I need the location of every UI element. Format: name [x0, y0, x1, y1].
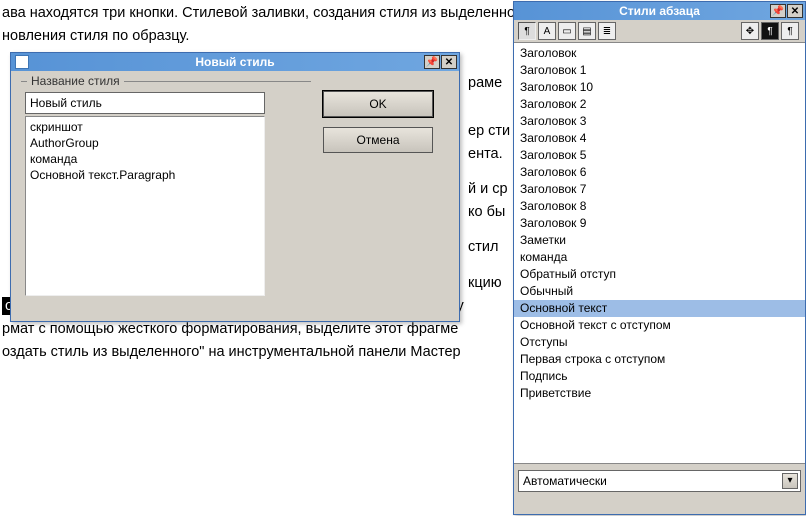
new-style-dialog: ▤ Новый стиль 📌 ✕ Название стиля скриншо… — [10, 52, 460, 322]
style-item[interactable]: Первая строка с отступом — [514, 351, 805, 368]
style-item[interactable]: Заголовок 6 — [514, 164, 805, 181]
style-item[interactable]: Заголовок 3 — [514, 113, 805, 130]
combo-value: Автоматически — [523, 474, 607, 488]
style-filter-combo[interactable]: Автоматически ▾ — [518, 470, 801, 492]
titlebar[interactable]: Стили абзаца 📌 ✕ — [514, 2, 805, 20]
style-item[interactable]: Заголовок 9 — [514, 215, 805, 232]
style-item[interactable]: Заголовок — [514, 45, 805, 62]
style-name-input[interactable] — [25, 92, 265, 114]
dialog-title: Стили абзаца — [514, 4, 805, 18]
list-item[interactable]: AuthorGroup — [30, 135, 260, 151]
paragraph-styles-palette: Стили абзаца 📌 ✕ ¶ A ▭ ▤ ≣ ✥ ¶ ¶ Заголов… — [513, 1, 806, 515]
style-item[interactable]: Основной текст с отступом — [514, 317, 805, 334]
list-styles-icon[interactable]: ≣ — [598, 22, 616, 40]
style-item[interactable]: Обратный отступ — [514, 266, 805, 283]
update-style-icon[interactable]: ¶ — [781, 22, 799, 40]
paragraph-styles-icon[interactable]: ¶ — [518, 22, 536, 40]
pin-button[interactable]: 📌 — [424, 55, 440, 69]
style-item[interactable]: Приветствие — [514, 385, 805, 402]
style-list[interactable]: ЗаголовокЗаголовок 1Заголовок 10Заголово… — [514, 43, 805, 463]
style-item[interactable]: Заголовок 8 — [514, 198, 805, 215]
style-item[interactable]: Обычный — [514, 283, 805, 300]
style-toolbar: ¶ A ▭ ▤ ≣ ✥ ¶ ¶ — [514, 20, 805, 43]
style-item[interactable]: Заголовок 4 — [514, 130, 805, 147]
new-style-from-selection-icon[interactable]: ¶ — [761, 22, 779, 40]
pin-button[interactable]: 📌 — [770, 4, 786, 18]
style-item[interactable]: Основной текст — [514, 300, 805, 317]
suggestion-list[interactable]: скриншот AuthorGroup команда Основной те… — [25, 116, 265, 296]
style-item[interactable]: Заголовок 10 — [514, 79, 805, 96]
style-item[interactable]: Заголовок 5 — [514, 147, 805, 164]
frame-styles-icon[interactable]: ▭ — [558, 22, 576, 40]
style-item[interactable]: команда — [514, 249, 805, 266]
style-item[interactable]: Подпись — [514, 368, 805, 385]
style-item[interactable]: Отступы — [514, 334, 805, 351]
character-styles-icon[interactable]: A — [538, 22, 556, 40]
chevron-down-icon[interactable]: ▾ — [782, 473, 798, 489]
page-styles-icon[interactable]: ▤ — [578, 22, 596, 40]
close-icon[interactable]: ✕ — [441, 55, 457, 69]
app-icon: ▤ — [15, 55, 29, 69]
close-icon[interactable]: ✕ — [787, 4, 803, 18]
style-item[interactable]: Заметки — [514, 232, 805, 249]
ok-button[interactable]: OK — [323, 91, 433, 117]
style-item[interactable]: Заголовок 2 — [514, 96, 805, 113]
style-item[interactable]: Заголовок 7 — [514, 181, 805, 198]
style-item[interactable]: Заголовок 1 — [514, 62, 805, 79]
list-item[interactable]: Основной текст.Paragraph — [30, 167, 260, 183]
cancel-button[interactable]: Отмена — [323, 127, 433, 153]
titlebar[interactable]: ▤ Новый стиль 📌 ✕ — [11, 53, 459, 71]
list-item[interactable]: команда — [30, 151, 260, 167]
style-name-group: Название стиля скриншот AuthorGroup кома… — [21, 81, 311, 300]
fill-format-icon[interactable]: ✥ — [741, 22, 759, 40]
list-item[interactable]: скриншот — [30, 119, 260, 135]
field-label: Название стиля — [27, 74, 124, 88]
dialog-title: Новый стиль — [11, 55, 459, 69]
